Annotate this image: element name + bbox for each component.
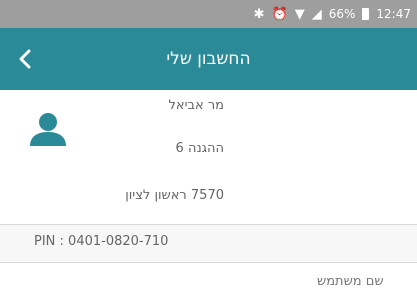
app-bar: החשבון שלי: [0, 28, 417, 90]
username-label: שם משתמש: [317, 274, 384, 289]
wifi-icon: ▼: [294, 6, 305, 22]
battery-icon: [362, 8, 370, 20]
person-icon: [30, 113, 66, 146]
chevron-left-icon: [19, 49, 31, 69]
pin-text: PIN : 0401-0820-710: [34, 234, 169, 249]
street-address: ההגנה 6: [175, 141, 224, 156]
bluetooth-icon: ✱: [253, 6, 265, 22]
username-row[interactable]: שם משתמש: [0, 262, 417, 303]
alarm-icon: ⏰: [271, 6, 288, 22]
profile-card: מר אביאל ההגנה 6 7570 ראשון לציון: [0, 90, 417, 223]
customer-name: מר אביאל: [168, 98, 225, 113]
page-title: החשבון שלי: [166, 49, 251, 69]
status-time: 12:47: [376, 7, 411, 21]
back-button[interactable]: [10, 44, 40, 74]
signal-icon: ◢: [311, 6, 322, 22]
city-address: 7570 ראשון לציון: [125, 188, 224, 203]
pin-row: PIN : 0401-0820-710: [0, 224, 417, 261]
status-bar: ✱ ⏰ ▼ ◢ 66% 12:47: [0, 0, 417, 28]
battery-percent: 66%: [328, 7, 356, 21]
